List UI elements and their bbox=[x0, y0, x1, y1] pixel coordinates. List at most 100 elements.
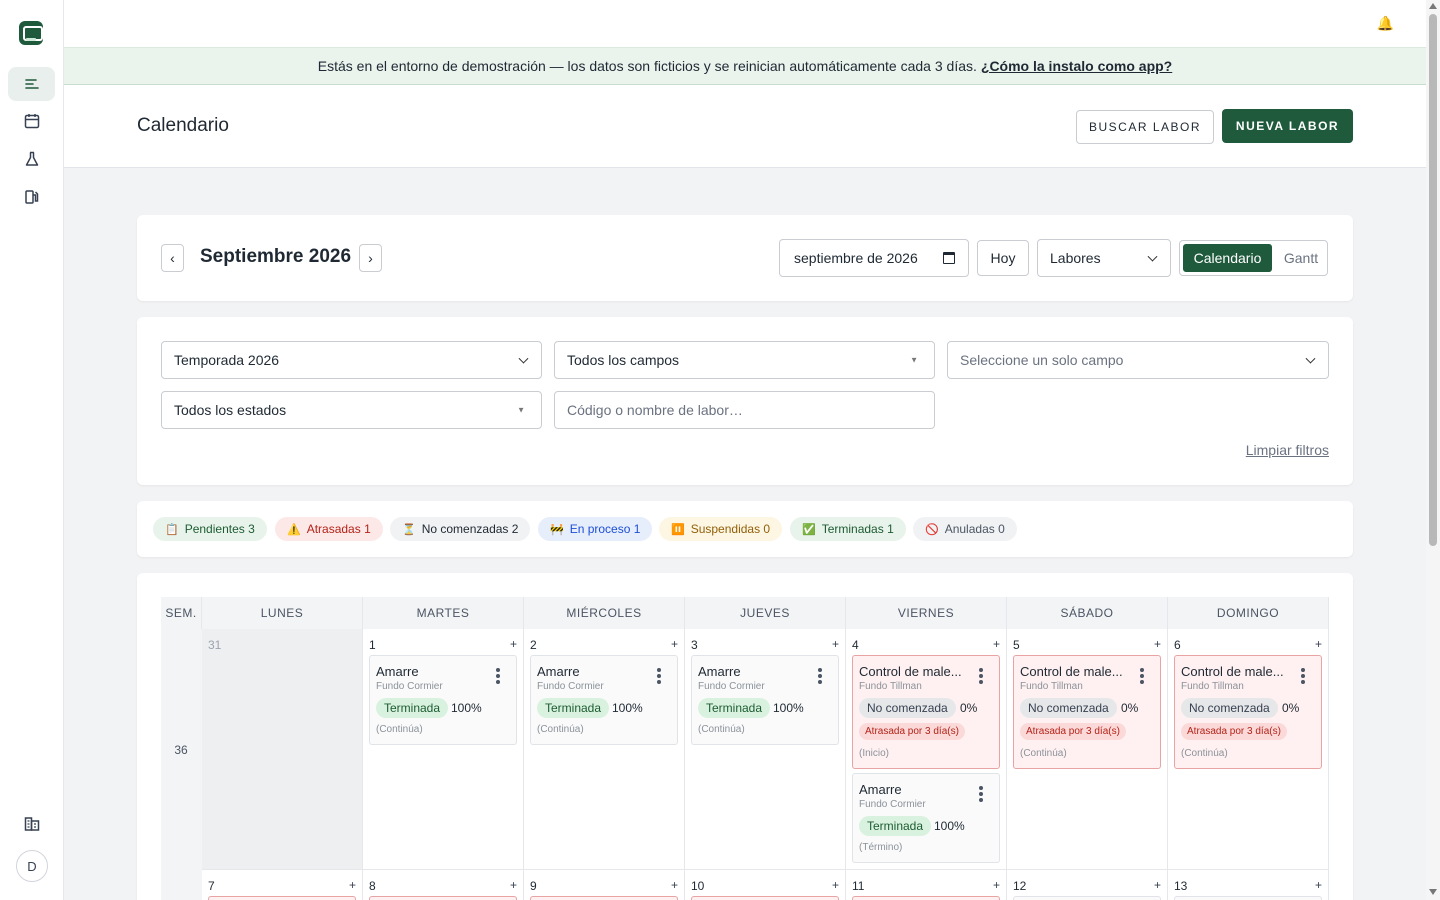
status-pill[interactable]: 📋 Pendientes 3 bbox=[153, 517, 267, 541]
add-task-button[interactable]: + bbox=[510, 637, 517, 651]
view-gantt-button[interactable]: Gantt bbox=[1276, 244, 1326, 272]
day-cell[interactable]: 8 + bbox=[363, 870, 524, 900]
prev-month-button[interactable]: ‹ bbox=[161, 244, 184, 272]
day-header: SEM. bbox=[161, 597, 202, 629]
single-field-select[interactable]: Seleccione un solo campo bbox=[947, 341, 1329, 379]
mode-select[interactable]: Labores bbox=[1037, 239, 1171, 277]
day-cell[interactable]: 6 + Control de male... Fundo Tillman No come… bbox=[1168, 629, 1329, 870]
more-vertical-icon[interactable] bbox=[979, 786, 983, 804]
status-pill[interactable]: ✅ Terminadas 1 bbox=[790, 517, 906, 541]
bell-icon[interactable]: 🔔 bbox=[1377, 15, 1394, 32]
app-logo[interactable] bbox=[19, 21, 43, 45]
day-cell[interactable]: 3 + Amarre Fundo Cormier Terminada 100% (Conti… bbox=[685, 629, 846, 870]
search-task-button[interactable]: BUSCAR LABOR bbox=[1076, 110, 1214, 144]
sidebar-item-calendar[interactable] bbox=[8, 104, 55, 138]
day-cell[interactable]: 11 + bbox=[846, 870, 1007, 900]
more-vertical-icon[interactable] bbox=[818, 668, 822, 686]
status-pill-icon: ✅ bbox=[802, 523, 816, 536]
more-vertical-icon[interactable] bbox=[1301, 668, 1305, 686]
today-button[interactable]: Hoy bbox=[977, 240, 1029, 276]
sidebar-item-lab[interactable] bbox=[8, 142, 55, 176]
status-pill[interactable]: ⏸️ Suspendidas 0 bbox=[659, 517, 783, 541]
day-header: JUEVES bbox=[685, 597, 846, 629]
task-title: Amarre bbox=[376, 664, 419, 679]
task-card-preview[interactable] bbox=[1174, 896, 1322, 900]
day-number: 3 bbox=[691, 638, 698, 652]
task-title: Amarre bbox=[859, 782, 902, 797]
status-pill-label: Suspendidas 0 bbox=[690, 522, 771, 536]
day-number: 9 bbox=[530, 879, 537, 893]
day-cell[interactable]: 10 + bbox=[685, 870, 846, 900]
season-select[interactable]: Temporada 2026 bbox=[161, 341, 542, 379]
add-task-button[interactable]: + bbox=[349, 878, 356, 892]
add-task-button[interactable]: + bbox=[510, 878, 517, 892]
install-app-link[interactable]: ¿Cómo la instalo como app? bbox=[981, 58, 1172, 74]
more-vertical-icon[interactable] bbox=[496, 668, 500, 686]
add-task-button[interactable]: + bbox=[1315, 637, 1322, 651]
add-task-button[interactable]: + bbox=[993, 637, 1000, 651]
day-cell[interactable]: 13 + bbox=[1168, 870, 1329, 900]
day-cell[interactable]: 4 + Control de male... Fundo Tillman No come… bbox=[846, 629, 1007, 870]
more-vertical-icon[interactable] bbox=[657, 668, 661, 686]
task-card[interactable]: Control de male... Fundo Tillman No comenz… bbox=[1174, 655, 1322, 769]
new-task-button[interactable]: NUEVA LABOR bbox=[1222, 109, 1353, 143]
view-calendar-button[interactable]: Calendario bbox=[1183, 244, 1272, 272]
more-vertical-icon[interactable] bbox=[979, 668, 983, 686]
add-task-button[interactable]: + bbox=[671, 878, 678, 892]
status-pill[interactable]: 🚫 Anuladas 0 bbox=[913, 517, 1017, 541]
add-task-button[interactable]: + bbox=[671, 637, 678, 651]
sidebar-item-buildings[interactable] bbox=[8, 807, 55, 841]
status-pill[interactable]: 🚧 En proceso 1 bbox=[538, 517, 653, 541]
sidebar-item-fuel[interactable] bbox=[8, 180, 55, 214]
sidebar-item-list[interactable] bbox=[8, 67, 55, 101]
add-task-button[interactable]: + bbox=[1154, 878, 1161, 892]
more-vertical-icon[interactable] bbox=[1140, 668, 1144, 686]
task-search-input[interactable]: Código o nombre de labor… bbox=[554, 391, 935, 429]
fields-select[interactable]: Todos los campos ▼ bbox=[554, 341, 935, 379]
task-card[interactable]: Amarre Fundo Cormier Terminada 100% (Continú… bbox=[530, 655, 678, 745]
task-card[interactable]: Amarre Fundo Cormier Terminada 100% (Continú… bbox=[691, 655, 839, 745]
building-icon bbox=[24, 817, 39, 831]
add-task-button[interactable]: + bbox=[832, 637, 839, 651]
task-card-preview[interactable] bbox=[852, 896, 1000, 900]
page-scrollbar[interactable] bbox=[1426, 0, 1440, 900]
task-card-preview[interactable] bbox=[691, 896, 839, 900]
day-cell[interactable]: 9 + bbox=[524, 870, 685, 900]
add-task-button[interactable]: + bbox=[1315, 878, 1322, 892]
task-card[interactable]: Amarre Fundo Cormier Terminada 100% (Término… bbox=[852, 773, 1000, 863]
scroll-up-arrow-icon[interactable] bbox=[1429, 3, 1437, 9]
next-month-button[interactable]: › bbox=[359, 244, 382, 272]
day-cell[interactable]: 31 bbox=[202, 629, 363, 870]
status-pill[interactable]: ⏳ No comenzadas 2 bbox=[390, 517, 531, 541]
task-card-preview[interactable] bbox=[369, 896, 517, 900]
calendar-picker-icon[interactable] bbox=[943, 252, 955, 264]
status-pill-label: No comenzadas 2 bbox=[421, 522, 519, 536]
status-pill-icon: ⏸️ bbox=[671, 523, 685, 536]
status-pill[interactable]: ⚠️ Atrasadas 1 bbox=[275, 517, 383, 541]
task-card-preview[interactable] bbox=[530, 896, 678, 900]
add-task-button[interactable]: + bbox=[993, 878, 1000, 892]
day-cell[interactable]: 2 + Amarre Fundo Cormier Terminada 100% (Conti… bbox=[524, 629, 685, 870]
task-status-badge: Terminada bbox=[537, 698, 610, 718]
task-card-preview[interactable] bbox=[208, 896, 356, 900]
states-select[interactable]: Todos los estados ▼ bbox=[161, 391, 542, 429]
task-card[interactable]: Control de male... Fundo Tillman No comenz… bbox=[852, 655, 1000, 769]
day-cell[interactable]: 5 + Control de male... Fundo Tillman No come… bbox=[1007, 629, 1168, 870]
day-number: 7 bbox=[208, 879, 215, 893]
add-task-button[interactable]: + bbox=[1154, 637, 1161, 651]
month-date-input[interactable]: septiembre de 2026 bbox=[779, 239, 969, 277]
task-card-preview[interactable] bbox=[1013, 896, 1161, 900]
add-task-button[interactable]: + bbox=[832, 878, 839, 892]
task-card[interactable]: Control de male... Fundo Tillman No comenz… bbox=[1013, 655, 1161, 769]
clear-filters-link[interactable]: Limpiar filtros bbox=[1246, 442, 1329, 458]
sidebar: D bbox=[0, 0, 64, 900]
scroll-down-arrow-icon[interactable] bbox=[1429, 889, 1437, 895]
task-card[interactable]: Amarre Fundo Cormier Terminada 100% (Continú… bbox=[369, 655, 517, 745]
day-cell[interactable]: 7 + bbox=[202, 870, 363, 900]
scroll-thumb[interactable] bbox=[1429, 14, 1437, 546]
task-field: Fundo Cormier bbox=[376, 681, 443, 692]
day-cell[interactable]: 1 + Amarre Fundo Cormier Terminada 100% (Conti… bbox=[363, 629, 524, 870]
user-avatar[interactable]: D bbox=[16, 850, 48, 882]
day-cell[interactable]: 12 + bbox=[1007, 870, 1168, 900]
page-header: Calendario BUSCAR LABOR NUEVA LABOR bbox=[64, 85, 1426, 168]
